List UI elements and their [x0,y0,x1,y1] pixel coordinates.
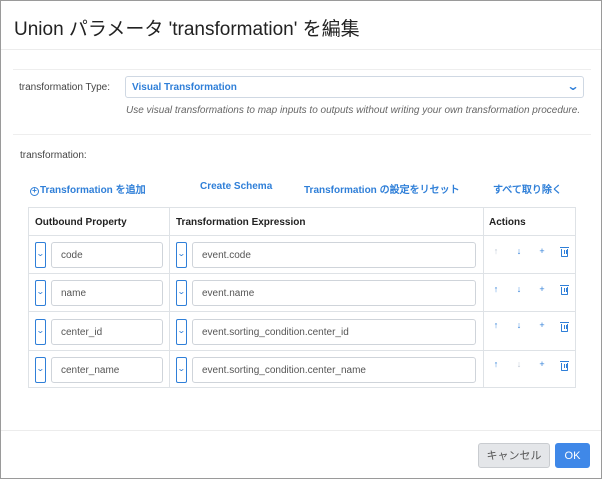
expression-source-dropdown[interactable]: ⌄ [176,280,187,306]
edit-parameter-dialog: Union パラメータ 'transformation' を編集 transfo… [0,0,602,479]
dialog-title: Union パラメータ 'transformation' を編集 [14,19,360,40]
property-source-dropdown[interactable]: ⌄ [35,357,46,383]
plus-circle-icon: + [30,187,39,196]
trash-icon[interactable] [560,285,569,295]
transformation-type-value: Visual Transformation [132,82,237,93]
column-header-actions: Actions [489,217,526,228]
transformation-expression-input[interactable]: event.sorting_condition.center_name [192,357,476,383]
arrow-up-icon[interactable]: ↑ [490,359,502,369]
expression-source-dropdown[interactable]: ⌄ [176,357,187,383]
outbound-property-input[interactable]: name [51,280,163,306]
add-transformation-button[interactable]: + Transformation を追加 [30,181,146,196]
chevron-down-icon: ⌄ [176,326,186,335]
plus-icon[interactable]: + [536,246,548,256]
outbound-property-input[interactable]: center_name [51,357,163,383]
expression-source-dropdown[interactable]: ⌄ [176,242,187,268]
chevron-down-icon: ⌄ [176,249,186,258]
column-header-outbound-property: Outbound Property [35,217,127,228]
expression-source-dropdown[interactable]: ⌄ [176,319,187,345]
cancel-button[interactable]: キャンセル [478,443,550,468]
create-schema-button[interactable]: Create Schema [200,181,272,192]
outbound-property-input[interactable]: center_id [51,319,163,345]
trash-icon[interactable] [560,361,569,371]
transformation-type-row: transformation Type: Visual Transformati… [13,69,591,135]
chevron-down-icon: ⌄ [35,287,45,296]
transformation-type-label: transformation Type: [19,82,110,93]
transformation-expression-input[interactable]: event.code [192,242,476,268]
property-source-dropdown[interactable]: ⌄ [35,319,46,345]
ok-button[interactable]: OK [555,443,590,468]
property-source-dropdown[interactable]: ⌄ [35,280,46,306]
chevron-down-icon: ⌄ [176,364,186,373]
remove-all-button[interactable]: すべて取り除く [493,181,562,196]
trash-icon[interactable] [560,322,569,332]
arrow-down-icon[interactable]: ↓ [513,284,525,294]
arrow-down-icon: ↓ [516,359,522,369]
transformation-table: Outbound Property Transformation Express… [28,207,576,388]
reset-transformation-button[interactable]: Transformation の設定をリセット [304,181,460,196]
dialog-footer: キャンセル OK [1,430,601,478]
chevron-down-icon: ⌄ [35,249,45,258]
transformation-type-select[interactable]: Visual Transformation ⌄ [125,76,584,98]
arrow-down-icon[interactable]: ↓ [513,320,525,330]
dialog-header: Union パラメータ 'transformation' を編集 [1,1,601,50]
chevron-down-icon: ⌄ [176,287,186,296]
property-source-dropdown[interactable]: ⌄ [35,242,46,268]
transformation-label: transformation: [20,150,87,161]
chevron-down-icon: ⌄ [35,326,45,335]
add-transformation-label: Transformation を追加 [40,185,146,196]
column-header-transformation-expression: Transformation Expression [176,217,306,228]
trash-icon[interactable] [560,247,569,257]
transformation-type-help: Use visual transformations to map inputs… [126,105,581,116]
chevron-down-icon: ⌄ [35,364,45,373]
plus-icon[interactable]: + [536,359,548,369]
transformation-expression-input[interactable]: event.sorting_condition.center_id [192,319,476,345]
outbound-property-input[interactable]: code [51,242,163,268]
arrow-up-icon[interactable]: ↑ [490,320,502,330]
arrow-up-icon: ↑ [493,246,499,256]
arrow-up-icon[interactable]: ↑ [490,284,502,294]
plus-icon[interactable]: + [536,320,548,330]
transformation-expression-input[interactable]: event.name [192,280,476,306]
plus-icon[interactable]: + [536,284,548,294]
chevron-down-icon: ⌄ [566,79,580,93]
arrow-down-icon[interactable]: ↓ [513,246,525,256]
